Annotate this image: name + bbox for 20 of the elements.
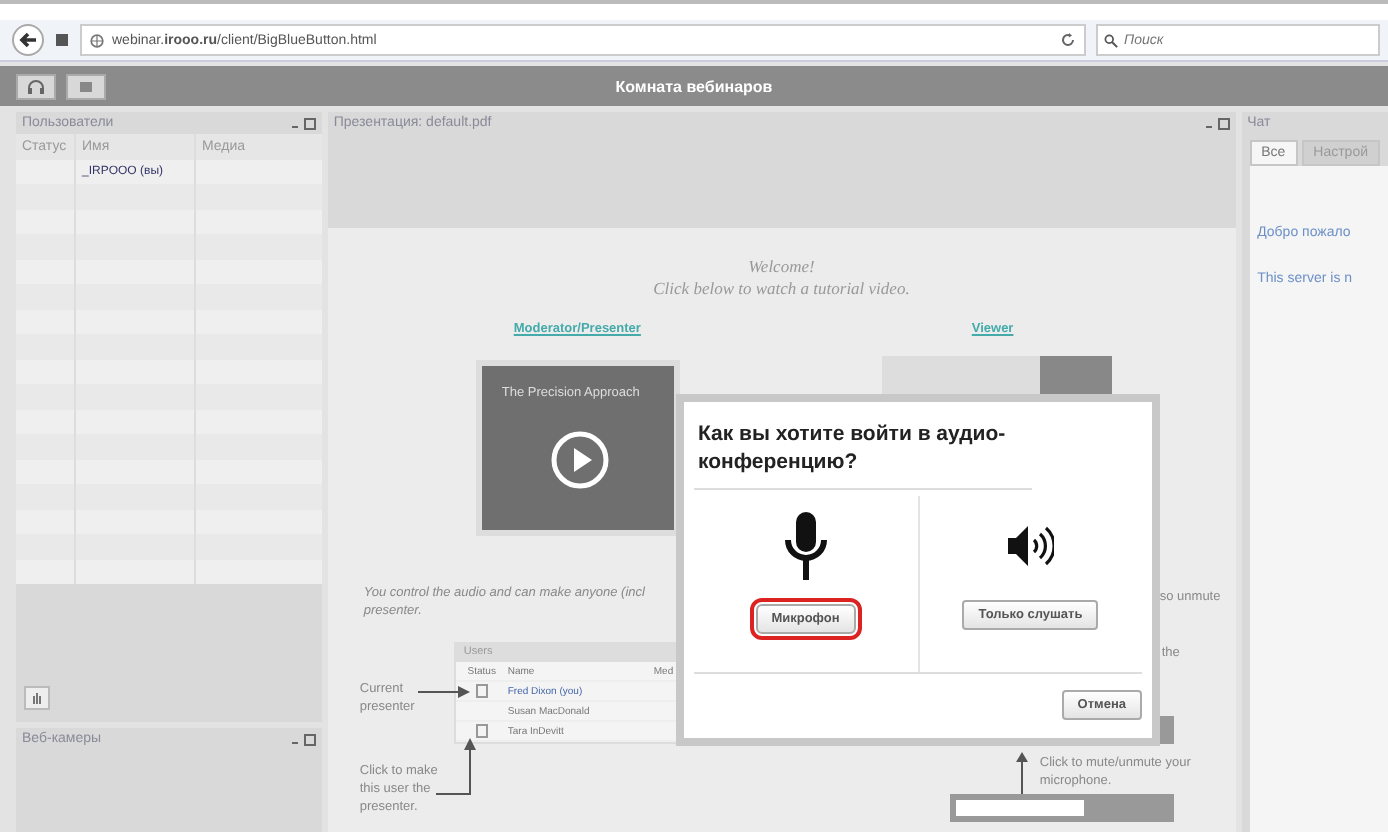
arrow: [417, 686, 470, 698]
raise-hand-button[interactable]: [24, 686, 50, 710]
slide-subtitle: Click below to watch a tutorial video.: [651, 278, 912, 298]
back-arrow-icon: [18, 30, 38, 50]
app-title: Комната вебинаров: [615, 77, 775, 95]
back-button[interactable]: [12, 24, 44, 56]
slide-heading: Welcome!: [746, 256, 817, 276]
play-icon[interactable]: [549, 430, 610, 490]
headset-button[interactable]: [16, 73, 56, 99]
speaker-icon: [1006, 524, 1055, 568]
microphone-icon: [783, 512, 828, 584]
video-thumbnail[interactable]: [881, 356, 1112, 396]
reload-icon[interactable]: [1060, 32, 1076, 48]
globe-icon: [90, 33, 104, 47]
arrow: [435, 738, 476, 798]
webcam-button[interactable]: [66, 73, 106, 99]
search-icon: [1104, 33, 1118, 47]
bars-icon: [30, 690, 44, 706]
dialog-title: Как вы хотите войти в аудио-конференцию?: [694, 402, 1032, 490]
headset-icon: [26, 77, 46, 95]
